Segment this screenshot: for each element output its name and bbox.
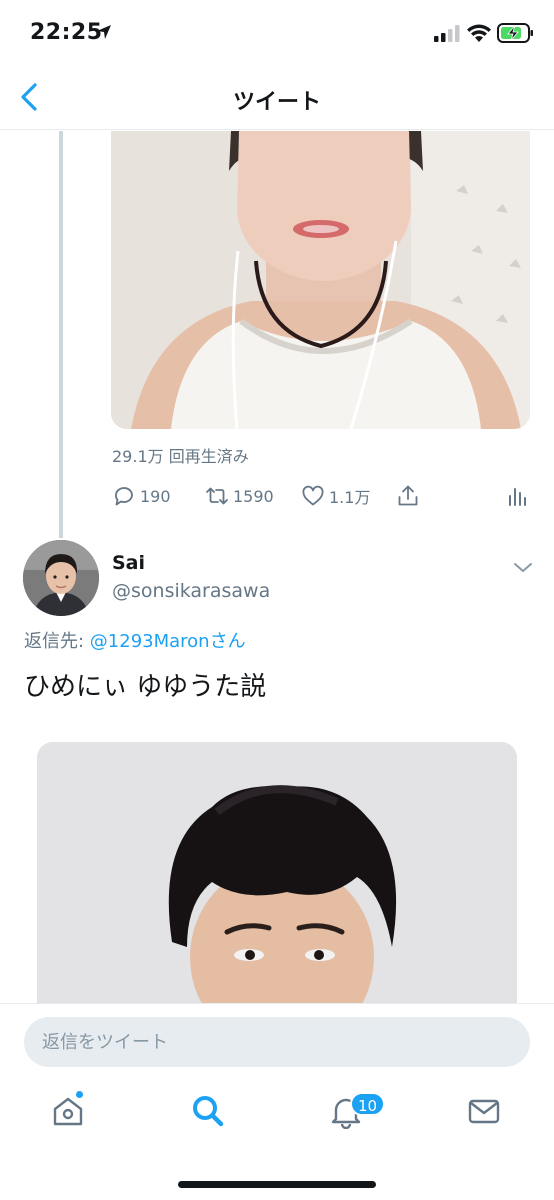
tweet-text: ひめにぃ ゆゆうた説 <box>24 672 267 702</box>
messages-icon <box>468 1099 500 1124</box>
analytics-button[interactable] <box>505 482 533 510</box>
location-arrow-icon <box>97 25 111 39</box>
avatar[interactable] <box>23 540 99 616</box>
search-icon <box>193 1096 224 1127</box>
signal-icon <box>434 25 460 42</box>
like-button[interactable]: 1.1万 <box>301 482 370 510</box>
tab-search[interactable] <box>190 1093 230 1133</box>
tweet-photo[interactable] <box>37 742 517 1004</box>
reply-mention-link[interactable]: @1293Maronさん <box>90 631 246 652</box>
home-unread-dot <box>75 1090 84 1099</box>
tweet-video[interactable] <box>111 131 530 429</box>
wifi-icon <box>467 24 491 42</box>
retweet-icon <box>206 487 228 505</box>
thread-connector-line <box>59 131 63 538</box>
notifications-badge: 10 <box>350 1092 386 1116</box>
retweet-button[interactable]: 1590 <box>205 482 274 510</box>
reply-count: 190 <box>140 486 171 506</box>
share-button[interactable] <box>396 482 424 510</box>
tab-messages[interactable] <box>466 1093 506 1133</box>
video-view-count: 29.1万 回再生済み <box>112 447 249 466</box>
analytics-icon <box>509 488 526 506</box>
reply-button[interactable]: 190 <box>112 482 171 510</box>
home-indicator <box>178 1181 376 1188</box>
tweet-photo-image <box>37 742 517 1004</box>
like-icon <box>302 485 324 506</box>
author-name[interactable]: Sai <box>112 552 145 574</box>
status-time: 22:25 <box>30 20 103 45</box>
tweet-actions: 190 1590 1.1万 <box>112 482 532 510</box>
like-count: 1.1万 <box>329 488 371 507</box>
tab-home[interactable] <box>50 1093 90 1133</box>
reply-composer <box>0 1003 554 1079</box>
share-icon <box>398 485 418 506</box>
tab-bar: 10 <box>0 1079 554 1200</box>
page-title: ツイート <box>232 90 321 115</box>
reply-input[interactable] <box>24 1017 530 1067</box>
video-thumbnail-image <box>111 131 530 429</box>
tweet-detail-screen: 22:25 ツイート 29.1万 回再生済み 190 1590 1.1万 Sai… <box>0 0 554 1200</box>
reply-to-line: 返信先: @1293Maronさん <box>24 627 246 653</box>
author-handle[interactable]: @sonsikarasawa <box>112 580 270 602</box>
avatar-image <box>23 540 99 616</box>
dropdown-caret-icon[interactable] <box>512 558 534 576</box>
reply-icon <box>115 487 133 506</box>
battery-charging-icon <box>497 23 533 43</box>
reply-to-prefix: 返信先: <box>24 631 90 652</box>
navigation-bar: ツイート <box>0 66 554 130</box>
status-bar: 22:25 <box>0 0 554 66</box>
retweet-count: 1590 <box>233 486 274 506</box>
